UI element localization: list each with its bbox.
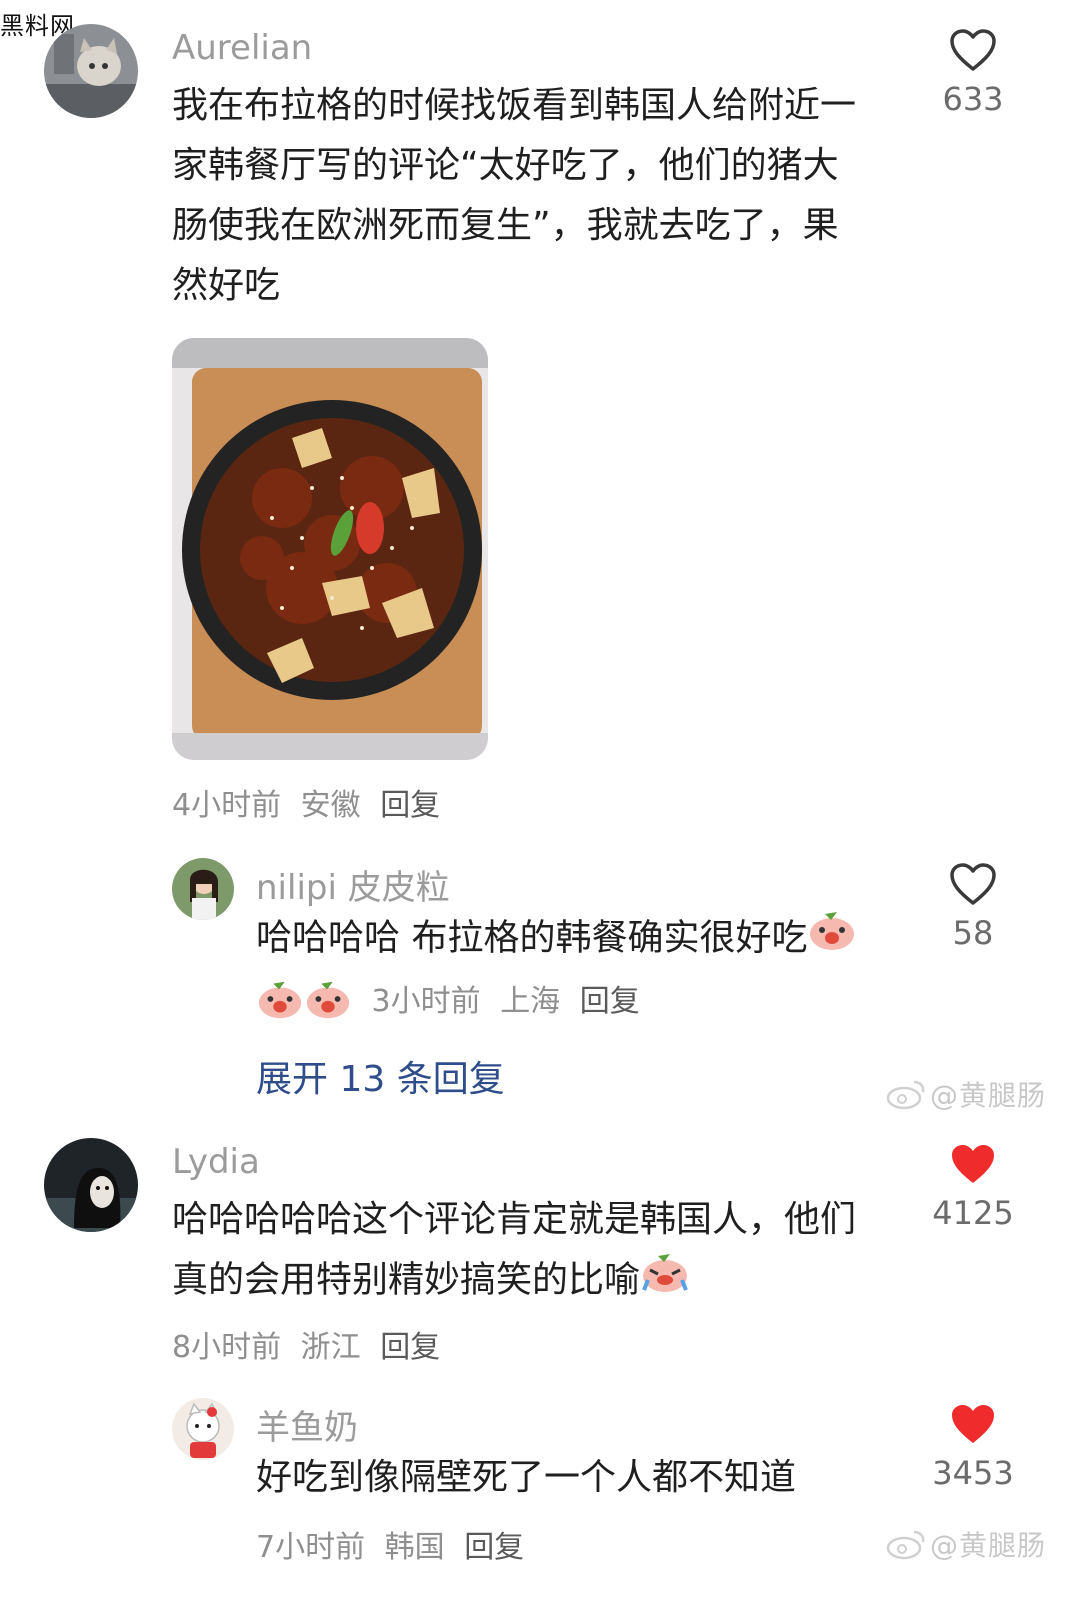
avatar[interactable] (44, 1138, 138, 1232)
comment-time: 7小时前 (256, 1530, 366, 1565)
like-button[interactable]: 3453 (918, 1402, 1028, 1492)
avatar[interactable] (172, 858, 234, 920)
comment-location: 安徽 (300, 788, 361, 823)
weibo-logo-icon (886, 1528, 926, 1567)
comment-text: 好吃到像隔壁死了一个人都不知道 (256, 1457, 797, 1498)
comment-meta: 4小时前 安徽 回复 (172, 780, 440, 824)
pig-emoji-icon (304, 977, 352, 1029)
comment-meta: 8小时前 浙江 回复 (172, 1322, 440, 1366)
weibo-watermark: @黄腿肠 (886, 1074, 1046, 1117)
heart-filled-icon (952, 1405, 994, 1443)
comment-username[interactable]: nilipi 皮皮粒 (256, 860, 450, 909)
like-count: 633 (942, 80, 1004, 118)
avatar[interactable] (172, 1398, 234, 1460)
comment-username[interactable]: 羊鱼奶 (256, 1400, 358, 1449)
reply-button[interactable]: 回复 (580, 984, 640, 1019)
pig-emoji-icon (807, 908, 857, 971)
heart-outline-icon (950, 29, 996, 71)
reply-button[interactable]: 回复 (380, 788, 440, 823)
expand-replies-link[interactable]: 展开 13 条回复 (256, 1050, 505, 1102)
comment-meta: 7小时前 韩国 回复 (256, 1522, 524, 1566)
comment-location: 浙江 (300, 1330, 361, 1365)
weibo-logo-icon (886, 1078, 926, 1117)
pig-emoji-icon (256, 977, 304, 1029)
comment-text: 哈哈哈哈 布拉格的韩餐确实很好吃 (256, 908, 896, 971)
comment-text: 哈哈哈哈哈这个评论肯定就是韩国人，他们 真的会用特别精妙搞笑的比喻 (172, 1190, 902, 1313)
heart-filled-icon (952, 1145, 994, 1183)
comment-username[interactable]: Aurelian (172, 28, 312, 68)
heart-outline-icon (950, 863, 996, 905)
food-photo[interactable] (172, 338, 488, 760)
avatar[interactable] (44, 24, 138, 118)
comment-time: 8小时前 (172, 1330, 282, 1365)
pig-emoji-icon (640, 1250, 690, 1313)
comment-location: 韩国 (384, 1530, 445, 1565)
reply-button[interactable]: 回复 (380, 1330, 440, 1365)
comment-time: 3小时前 (371, 984, 481, 1019)
weibo-watermark: @黄腿肠 (886, 1524, 1046, 1567)
comment-time: 4小时前 (172, 788, 282, 823)
reply-button[interactable]: 回复 (464, 1530, 524, 1565)
like-count: 4125 (932, 1194, 1014, 1232)
like-button[interactable]: 58 (918, 862, 1028, 952)
like-button[interactable]: 4125 (918, 1142, 1028, 1232)
comment-meta: 3小时前 上海 回复 (256, 976, 640, 1029)
like-count: 58 (952, 914, 994, 952)
comment-username[interactable]: Lydia (172, 1142, 260, 1182)
like-count: 3453 (932, 1454, 1014, 1492)
comment-location: 上海 (500, 984, 561, 1019)
comment-text: 我在布拉格的时候找饭看到韩国人给附近一 家韩餐厅写的评论“太好吃了，他们的猪大 … (172, 85, 857, 306)
like-button[interactable]: 633 (918, 28, 1028, 118)
